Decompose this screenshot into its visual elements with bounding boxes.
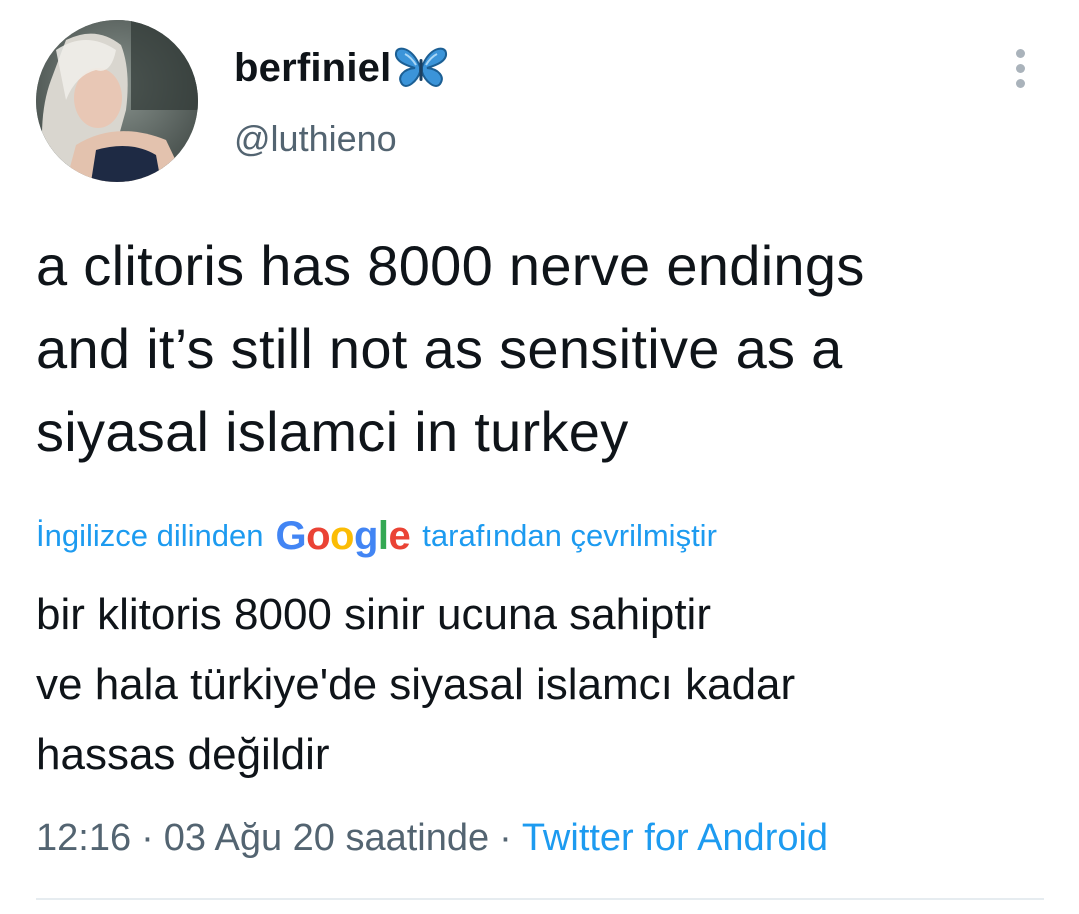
tweet-source-link[interactable]: Twitter for Android (522, 817, 828, 860)
translated-text: bir klitoris 8000 sinir ucuna sahiptir v… (36, 590, 796, 779)
translation-prefix: İngilizce dilinden (36, 518, 264, 553)
display-name[interactable]: berfiniel (234, 44, 391, 92)
author-name-row[interactable]: berfiniel (234, 44, 449, 92)
avatar-image (36, 20, 198, 182)
meta-separator: · (141, 816, 154, 859)
author-handle[interactable]: @luthieno (234, 115, 397, 163)
google-logo: Google (275, 516, 410, 556)
tweet-text: a clitoris has 8000 nerve endings and it… (36, 234, 865, 463)
butterfly-emoji-icon (395, 47, 448, 87)
more-vertical-icon-dot (1015, 63, 1025, 73)
more-vertical-icon (1015, 48, 1025, 58)
google-logo-letter: l (377, 514, 389, 558)
more-vertical-icon-dot (1015, 78, 1025, 88)
translation-attribution[interactable]: İngilizce dilinden Google tarafından çev… (36, 506, 717, 566)
more-options-button[interactable] (1000, 44, 1040, 92)
avatar[interactable] (36, 20, 198, 182)
google-logo-letter: G (275, 514, 307, 558)
google-logo-letter: g (353, 514, 378, 558)
tweet-date[interactable]: 03 Ağu 20 saatinde (164, 817, 489, 860)
meta-separator: · (499, 816, 512, 859)
tweet-card: berfiniel @luthieno a clitoris has 8000 … (0, 0, 1079, 914)
divider (36, 898, 1044, 900)
tweet-metadata: 12:16 · 03 Ağu 20 saatinde · Twitter for… (36, 808, 828, 868)
google-logo-letter: e (388, 514, 411, 558)
google-logo-letter: o (330, 514, 354, 558)
translation-suffix: tarafından çevrilmiştir (422, 518, 717, 553)
tweet-time[interactable]: 12:16 (36, 817, 131, 860)
google-logo-letter: o (306, 514, 331, 558)
